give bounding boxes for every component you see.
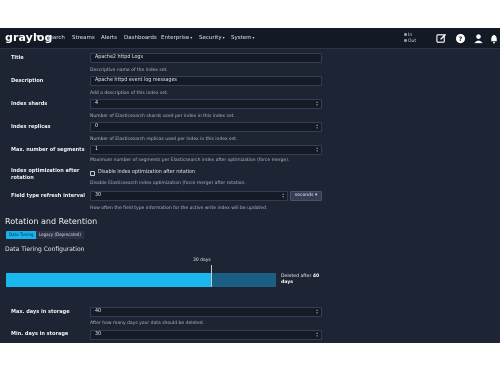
title-input[interactable]: Apache2 httpd Logs: [90, 53, 322, 63]
chevron-down-icon: ▾: [314, 193, 318, 198]
throughput-out: Out: [404, 38, 417, 45]
tier-legend-prefix: Deleted after: [281, 274, 312, 279]
stepper-icon[interactable]: ▴ ▾: [316, 100, 318, 107]
tier-marker-label: 30 days: [193, 258, 211, 263]
stepper-icon[interactable]: ▴ ▾: [316, 123, 318, 130]
description-label: Description: [11, 78, 44, 84]
status-dot-icon: [404, 38, 407, 42]
min-days-label: Min. days in storage: [11, 331, 69, 337]
chevron-down-icon: ▾: [222, 35, 225, 40]
disable-optimization-checkbox-label[interactable]: Disable index optimization after rotatio…: [98, 170, 195, 175]
refresh-unit-dropdown[interactable]: seconds ▾: [290, 191, 322, 201]
help-icon[interactable]: ?: [455, 33, 466, 44]
index-optimization-help: Disable Elasticsearch index optimization…: [90, 181, 246, 186]
index-shards-value: 4: [95, 101, 99, 106]
refresh-interval-input[interactable]: 30 ▴ ▾: [90, 191, 288, 201]
max-segments-help: Maximum number of segments per Elasticse…: [90, 158, 290, 163]
stepper-icon[interactable]: ▴ ▾: [282, 192, 284, 199]
tier-legend-value: 40: [312, 274, 320, 279]
nav-system[interactable]: System▾: [231, 35, 255, 41]
description-input[interactable]: Apache httpd event log messages: [90, 76, 322, 86]
index-shards-input[interactable]: 4 ▴ ▾: [90, 99, 322, 109]
top-navbar: graylog ▾ Search Streams Alerts Dashboar…: [0, 28, 500, 49]
edit-icon[interactable]: [436, 33, 447, 44]
max-segments-label: Max. number of segments: [11, 147, 85, 153]
user-icon[interactable]: [473, 33, 484, 44]
rotation-section-title: Rotation and Retention: [5, 217, 98, 226]
stepper-icon[interactable]: ▴ ▾: [316, 331, 318, 338]
max-days-help: After how many days your data should be …: [90, 321, 205, 326]
nav-alerts[interactable]: Alerts: [101, 35, 117, 41]
max-days-label: Max. days in storage: [11, 309, 70, 315]
throughput-indicator[interactable]: In Out: [404, 33, 416, 44]
refresh-interval-help: How often the field type information for…: [90, 206, 268, 211]
tier-bar-fill: [6, 273, 211, 287]
max-segments-input[interactable]: 1 ▴ ▾: [90, 145, 322, 155]
stepper-icon[interactable]: ▴ ▾: [316, 308, 318, 315]
index-shards-label: Index shards: [11, 101, 48, 107]
index-replicas-label: Index replicas: [11, 124, 51, 130]
index-replicas-value: 0: [95, 124, 99, 129]
description-help: Add a description of this index set.: [90, 91, 169, 96]
chevron-down-icon: ▾: [252, 35, 255, 40]
refresh-interval-label: Field type refresh interval: [11, 193, 85, 199]
nav-enterprise-label: Enterprise: [161, 35, 190, 41]
nav-enterprise[interactable]: Enterprise▾: [161, 35, 192, 41]
refresh-unit-label: seconds: [294, 193, 314, 198]
min-days-value: 30: [95, 332, 102, 337]
nav-dashboards[interactable]: Dashboards: [124, 35, 157, 41]
disable-optimization-checkbox[interactable]: [90, 171, 95, 176]
nav-security-label: Security: [199, 35, 222, 41]
stepper-icon[interactable]: ▴ ▾: [316, 146, 318, 153]
svg-text:?: ?: [459, 35, 463, 43]
index-replicas-help: Number of Elasticsearch replicas used pe…: [90, 137, 238, 142]
nav-streams[interactable]: Streams: [72, 35, 95, 41]
nav-system-label: System: [231, 35, 252, 41]
graylog-app-window: graylog ▾ Search Streams Alerts Dashboar…: [0, 28, 500, 343]
title-label: Title: [11, 55, 24, 61]
throughput-in-label: In: [408, 33, 413, 38]
min-days-input[interactable]: 30 ▴ ▾: [90, 330, 322, 340]
refresh-interval-value: 30: [95, 193, 102, 198]
max-days-input[interactable]: 40 ▴ ▾: [90, 307, 322, 317]
notifications-icon[interactable]: [490, 33, 498, 44]
tab-data-tiering[interactable]: Data Tiering: [6, 231, 37, 239]
chevron-down-icon: ▾: [190, 35, 193, 40]
throughput-out-label: Out: [408, 38, 417, 44]
tier-marker-line: [211, 265, 212, 287]
nav-search[interactable]: Search: [46, 35, 65, 41]
tab-legacy[interactable]: Legacy (Deprecated): [36, 231, 84, 239]
title-help: Descriptive name of the index set.: [90, 68, 168, 73]
chevron-down-icon[interactable]: ▾: [36, 33, 39, 40]
tier-legend: Deleted after 40 days: [281, 274, 325, 286]
index-optimization-label: Index optimization after rotation: [11, 168, 80, 181]
max-days-value: 40: [95, 309, 102, 314]
nav-security[interactable]: Security▾: [199, 35, 225, 41]
index-shards-help: Number of Elasticsearch shards used per …: [90, 114, 235, 119]
max-segments-value: 1: [95, 147, 99, 152]
tier-legend-unit: days: [281, 280, 293, 285]
status-dot-icon: [404, 33, 407, 36]
index-replicas-input[interactable]: 0 ▴ ▾: [90, 122, 322, 132]
data-tiering-config-title: Data Tiering Configuration: [5, 246, 85, 253]
